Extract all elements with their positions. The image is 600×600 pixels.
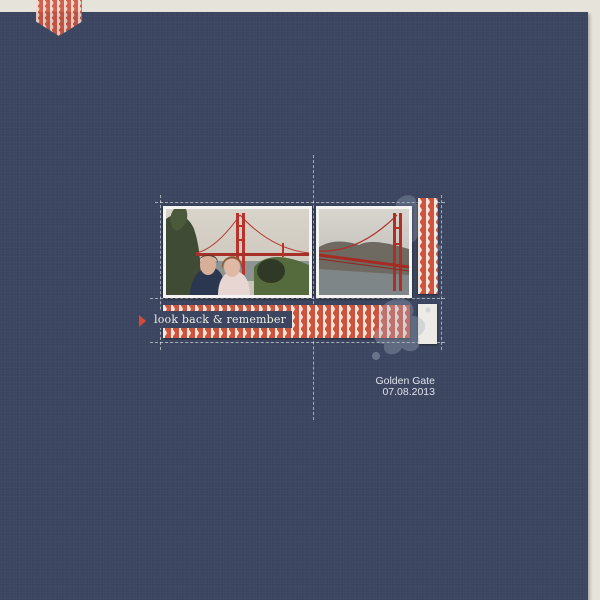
title-label: look back & remember [148, 311, 293, 328]
watercolor-splash [372, 298, 431, 360]
caption-date: 07.08.2013 [382, 386, 435, 398]
guide-line-vertical [313, 155, 314, 420]
photo-two-girls-bridge-image [166, 209, 309, 295]
label-arrow-icon [139, 315, 146, 327]
photo-bridge-image [319, 209, 409, 295]
triangle-pattern-strip-vertical [418, 198, 438, 294]
photo-caption: Golden Gate 07.08.2013 [360, 376, 435, 398]
scrapbook-page: look back & remember Golden Gate 07.08.2… [0, 0, 600, 600]
photo-girls-bridge [163, 206, 312, 298]
photo-bridge [316, 206, 412, 298]
